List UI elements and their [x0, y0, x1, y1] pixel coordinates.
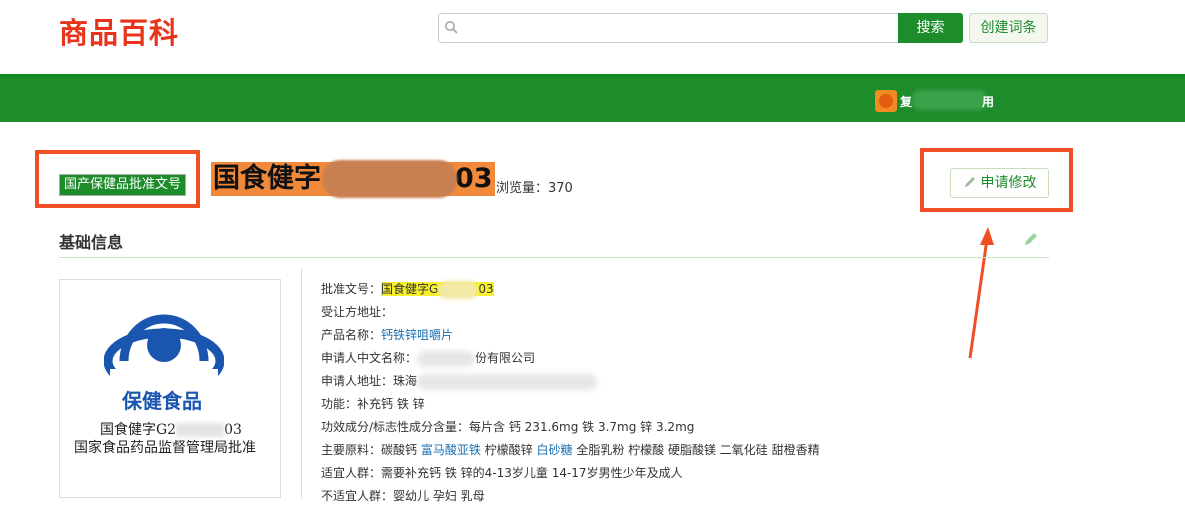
approval-value-start: 国食健字G [381, 282, 439, 296]
info-row-function: 功能：补充钙 铁 锌 [321, 395, 425, 413]
info-label: 适宜人群： [321, 466, 382, 480]
nav-bar [0, 74, 1185, 122]
info-value: 柠檬酸锌 [480, 443, 537, 457]
username-end: 用 [982, 95, 995, 109]
info-label: 产品名称： [321, 328, 382, 342]
info-row-approval: 批准文号：国食健字G 03 [321, 280, 494, 299]
info-value: 补充钙 铁 锌 [357, 397, 425, 411]
top-header: 商品百科 搜索 创建词条 [0, 0, 1185, 74]
username[interactable]: 复用 [900, 93, 994, 110]
section-title: 基础信息 [59, 233, 124, 252]
thumbnail-approval-start: 国食健字G2 [100, 422, 177, 438]
search-button[interactable]: 搜索 [898, 13, 963, 43]
views-label: 浏览量： [496, 181, 549, 196]
info-label: 主要原料： [321, 443, 382, 457]
avatar-face-icon [879, 94, 893, 108]
info-label: 功效成分/标志性成分含量： [321, 420, 470, 434]
thumbnail-approval-number: 国食健字G2 03 [100, 419, 242, 439]
thumbnail-logo-text: 保健食品 [122, 389, 202, 413]
ingredient-link[interactable]: 白砂糖 [537, 443, 573, 457]
info-row-main-ingredients: 主要原料：碳酸钙 富马酸亚铁 柠檬酸锌 白砂糖 全脂乳粉 柠檬酸 硬脂酸镁 二氧… [321, 441, 820, 459]
view-count: 浏览量：370 [496, 177, 573, 196]
thumbnail-approval-end: 03 [224, 422, 242, 438]
create-entry-button[interactable]: 创建词条 [969, 13, 1048, 43]
info-value: 珠海 [393, 374, 418, 388]
search-input[interactable] [438, 13, 898, 43]
info-label: 不适宜人群： [321, 489, 394, 503]
info-value: 需要补充钙 铁 锌的4-13岁儿童 14-17岁男性少年及成人 [381, 466, 683, 480]
info-value: 每片含 钙 231.6mg 铁 3.7mg 锌 3.2mg [469, 420, 695, 434]
section-divider [59, 257, 1049, 258]
vertical-divider [301, 268, 302, 498]
info-row-applicant-address: 申请人地址：珠海 [321, 372, 598, 390]
info-row-assignee-address: 受让方地址： [321, 303, 393, 321]
ingredient-link[interactable]: 富马酸亚铁 [421, 443, 481, 457]
info-label: 功能： [321, 397, 358, 411]
edit-pencil-icon[interactable] [1022, 230, 1040, 248]
info-row-unsuitable-people: 不适宜人群：婴幼儿 孕妇 乳母 [321, 487, 485, 505]
annotation-arrow-icon [968, 227, 994, 359]
info-label: 受让方地址： [321, 305, 394, 319]
info-value: 碳酸钙 [381, 443, 421, 457]
info-value: 全脂乳粉 柠檬酸 硬脂酸镁 二氧化硅 甜橙香精 [572, 443, 820, 457]
site-logo[interactable]: 商品百科 [59, 10, 179, 52]
info-row-suitable-people: 适宜人群：需要补充钙 铁 锌的4-13岁儿童 14-17岁男性少年及成人 [321, 464, 683, 482]
product-name-link[interactable]: 钙铁锌咀嚼片 [381, 328, 453, 342]
search-icon [445, 21, 458, 34]
info-value-approval: 国食健字G 03 [381, 280, 494, 299]
title-redaction [322, 160, 457, 198]
health-food-logo-icon [104, 314, 224, 391]
thumbnail-authority: 国家食品药品监督管理局批准 [74, 440, 256, 456]
entry-title-start: 国食健字 [213, 163, 321, 194]
entry-title-end: 03 [455, 163, 493, 194]
annotation-box-type-label [35, 150, 200, 208]
info-value: 婴幼儿 孕妇 乳母 [393, 489, 485, 503]
info-row-product-name: 产品名称：钙铁锌咀嚼片 [321, 326, 453, 344]
info-label: 批准文号： [321, 282, 382, 296]
avatar[interactable] [875, 90, 897, 112]
annotation-box-edit-button [920, 148, 1073, 212]
approval-value-end: 03 [478, 282, 494, 296]
info-label: 申请人中文名称： [321, 351, 418, 365]
info-label: 申请人地址： [321, 374, 394, 388]
views-value: 370 [548, 181, 573, 196]
info-value: 份有限公司 [475, 351, 536, 365]
info-row-applicant-name: 申请人中文名称： 份有限公司 [321, 349, 535, 367]
username-start: 复 [900, 95, 913, 109]
info-row-ingredient-content: 功效成分/标志性成分含量：每片含 钙 231.6mg 铁 3.7mg 锌 3.2… [321, 418, 694, 436]
